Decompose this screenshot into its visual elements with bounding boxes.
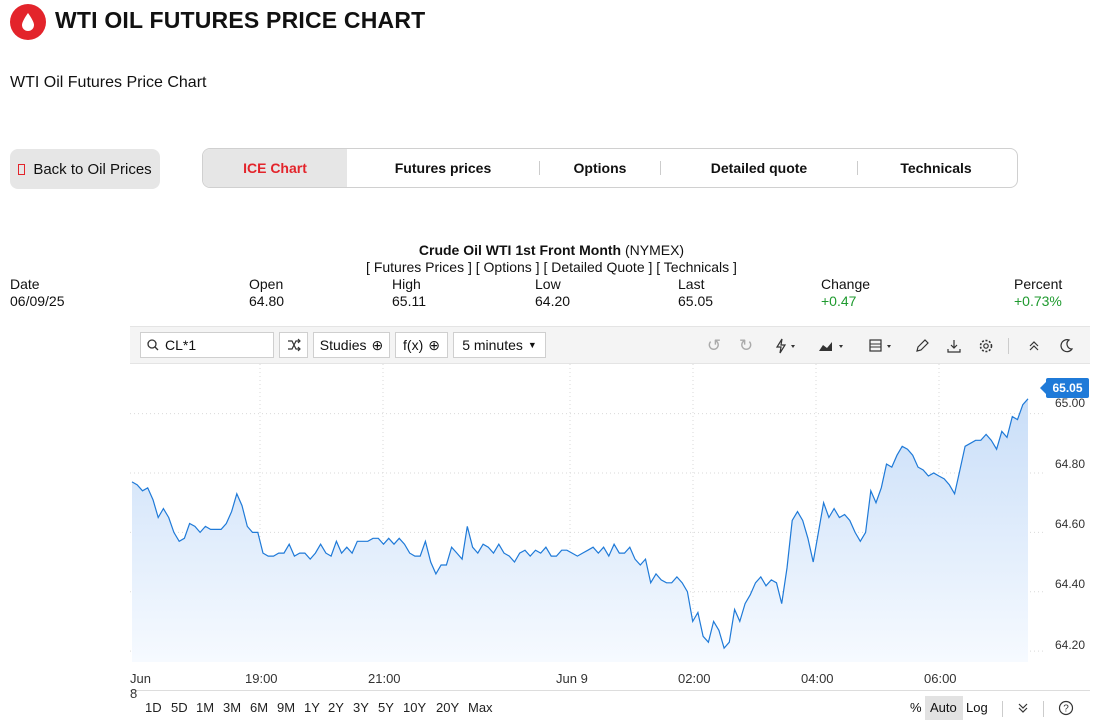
display-menu[interactable] bbox=[866, 336, 900, 356]
interval-value: 5 minutes bbox=[462, 337, 523, 353]
low-label: Low bbox=[535, 276, 561, 292]
range-2y[interactable]: 2Y bbox=[328, 700, 344, 715]
last-label: Last bbox=[678, 276, 705, 292]
footer-divider bbox=[1043, 701, 1044, 717]
expand-down-icon[interactable] bbox=[1017, 701, 1029, 720]
last-price-tag: 65.05 bbox=[1040, 378, 1089, 398]
x-tick-label: 21:00 bbox=[368, 671, 401, 686]
tab-options[interactable]: Options bbox=[540, 149, 660, 187]
chart-tabs: ICE Chart Futures prices Options Detaile… bbox=[202, 148, 1018, 188]
y-tick-label: 64.40 bbox=[1055, 577, 1086, 591]
y-tick-label: 64.60 bbox=[1055, 517, 1086, 531]
oil-drop-icon bbox=[22, 13, 34, 31]
undo-icon[interactable]: ↺ bbox=[704, 336, 724, 356]
range-5y[interactable]: 5Y bbox=[378, 700, 394, 715]
percent-label: Percent bbox=[1014, 276, 1063, 292]
search-icon bbox=[147, 339, 159, 351]
range-9m[interactable]: 9M bbox=[277, 700, 295, 715]
chart-toolbar: CL*1 Studies ⊕ f(x) ⊕ 5 minutes ▼ ↺ ↻ bbox=[130, 326, 1090, 364]
symbol-value: CL*1 bbox=[165, 337, 197, 353]
instrument-title: Crude Oil WTI 1st Front Month (NYMEX) bbox=[0, 242, 1103, 258]
range-6m[interactable]: 6M bbox=[250, 700, 268, 715]
range-3m[interactable]: 3M bbox=[223, 700, 241, 715]
auto-scale-button[interactable]: Auto bbox=[930, 700, 957, 715]
range-5d[interactable]: 5D bbox=[171, 700, 188, 715]
x-tick-label: 06:00 bbox=[924, 671, 957, 686]
area-chart-icon bbox=[819, 342, 843, 351]
date-value: 06/09/25 bbox=[10, 293, 65, 309]
range-1d[interactable]: 1D bbox=[145, 700, 162, 715]
svg-text:?: ? bbox=[1063, 704, 1069, 715]
lightning-icon bbox=[775, 338, 795, 354]
x-tick-label: 19:00 bbox=[245, 671, 278, 686]
x-tick-label: 02:00 bbox=[678, 671, 711, 686]
x-tick-label: Jun 9 bbox=[556, 671, 588, 686]
percent-scale-button[interactable]: % bbox=[910, 700, 922, 715]
y-tick-label: 64.80 bbox=[1055, 457, 1086, 471]
last-value: 65.05 bbox=[678, 293, 714, 309]
page-subtitle: WTI Oil Futures Price Chart bbox=[10, 74, 207, 91]
open-value: 64.80 bbox=[249, 293, 285, 309]
range-20y[interactable]: 20Y bbox=[436, 700, 459, 715]
range-3y[interactable]: 3Y bbox=[353, 700, 369, 715]
high-label: High bbox=[392, 276, 421, 292]
page-title: WTI OIL FUTURES PRICE CHART bbox=[55, 7, 426, 33]
change-value: +0.47 bbox=[821, 293, 857, 309]
x-tick-label: 04:00 bbox=[801, 671, 834, 686]
functions-button[interactable]: f(x) ⊕ bbox=[395, 332, 448, 358]
interval-select[interactable]: 5 minutes ▼ bbox=[453, 332, 546, 358]
studies-label: Studies bbox=[319, 337, 367, 353]
open-label: Open bbox=[249, 276, 284, 292]
tab-technicals[interactable]: Technicals bbox=[858, 149, 1014, 187]
y-tick-label: 64.20 bbox=[1055, 638, 1086, 652]
download-icon[interactable] bbox=[944, 336, 964, 356]
range-1y[interactable]: 1Y bbox=[304, 700, 320, 715]
instrument-links[interactable]: [ Futures Prices ] [ Options ] [ Detaile… bbox=[0, 259, 1103, 275]
chart-type-menu[interactable] bbox=[816, 336, 850, 356]
toolbar-divider bbox=[1008, 338, 1009, 354]
y-tick-label: 65.00 bbox=[1055, 396, 1086, 410]
tab-futures-prices[interactable]: Futures prices bbox=[347, 149, 539, 187]
help-icon[interactable]: ? bbox=[1058, 700, 1074, 721]
site-logo bbox=[10, 4, 46, 40]
plus-circle-icon: ⊕ bbox=[371, 336, 384, 353]
back-to-oil-prices-button[interactable]: Back to Oil Prices bbox=[10, 149, 160, 189]
compare-button[interactable] bbox=[279, 332, 308, 358]
events-menu[interactable] bbox=[770, 336, 804, 356]
redo-icon[interactable]: ↻ bbox=[736, 336, 756, 356]
plus-circle-icon: ⊕ bbox=[428, 336, 440, 353]
range-max[interactable]: Max bbox=[468, 700, 493, 715]
tab-detailed-quote[interactable]: Detailed quote bbox=[661, 149, 857, 187]
functions-label: f(x) bbox=[403, 337, 424, 353]
x-tick-label: Jun 8 bbox=[130, 671, 151, 701]
range-1m[interactable]: 1M bbox=[196, 700, 214, 715]
footer-divider bbox=[1002, 701, 1003, 717]
settings-gear-icon[interactable] bbox=[976, 336, 996, 356]
back-button-label: Back to Oil Prices bbox=[33, 160, 152, 178]
shuffle-icon bbox=[287, 338, 301, 352]
range-10y[interactable]: 10Y bbox=[403, 700, 426, 715]
low-value: 64.20 bbox=[535, 293, 571, 309]
price-chart[interactable] bbox=[130, 364, 1090, 690]
studies-button[interactable]: Studies ⊕ bbox=[313, 332, 390, 358]
price-chart-svg bbox=[130, 364, 1045, 664]
instrument-name: Crude Oil WTI 1st Front Month bbox=[418, 242, 622, 258]
percent-value: +0.73% bbox=[1014, 293, 1062, 309]
layout-icon bbox=[869, 339, 891, 352]
collapse-up-icon[interactable] bbox=[1024, 336, 1044, 356]
high-value: 65.11 bbox=[392, 293, 426, 309]
symbol-search-input[interactable]: CL*1 bbox=[140, 332, 274, 358]
draw-pencil-icon[interactable] bbox=[912, 336, 932, 356]
log-scale-button[interactable]: Log bbox=[966, 700, 988, 715]
x-axis-line bbox=[130, 690, 1090, 691]
caret-down-icon: ▼ bbox=[527, 340, 537, 350]
back-icon bbox=[18, 163, 26, 175]
instrument-exchange: (NYMEX) bbox=[624, 242, 685, 258]
change-label: Change bbox=[821, 276, 871, 292]
tab-ice-chart[interactable]: ICE Chart bbox=[203, 149, 347, 187]
price-area-fill bbox=[132, 398, 1028, 662]
dark-mode-moon-icon[interactable] bbox=[1056, 336, 1076, 356]
date-label: Date bbox=[10, 276, 40, 292]
